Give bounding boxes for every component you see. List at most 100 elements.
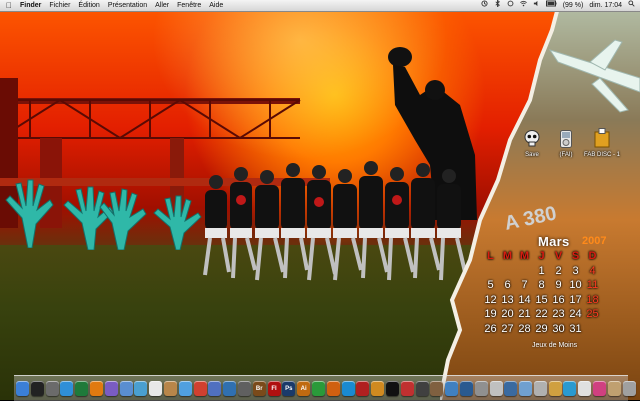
calendar-day: 25 — [586, 308, 599, 321]
messenger-icon[interactable] — [311, 381, 325, 396]
wifi-icon[interactable] — [519, 0, 527, 11]
app-icon[interactable] — [104, 381, 118, 396]
folder-icon[interactable] — [533, 381, 547, 396]
app-icon[interactable] — [563, 381, 577, 396]
weekday-label: M — [519, 250, 530, 262]
calendar-day: 27 — [501, 322, 514, 335]
iphoto-icon[interactable] — [208, 381, 222, 396]
illustrator-icon[interactable]: Ai — [297, 381, 311, 396]
calendar-day: 1 — [538, 264, 545, 277]
calendar-grid: L M M J V S D 1 2 3 4 5 6 7 8 9 10 11 12… — [482, 250, 610, 337]
spotlight-icon[interactable] — [628, 0, 635, 11]
menu-extras: (99 %) dim. 17:04 — [475, 0, 640, 11]
weekday-label: L — [487, 250, 494, 262]
calendar-day: 8 — [538, 279, 545, 292]
battery-percentage[interactable]: (99 %) — [563, 0, 584, 11]
dock-item-label: Fl — [271, 385, 277, 392]
calendar-month: Mars — [538, 234, 570, 249]
clock[interactable]: dim. 17:04 — [589, 0, 622, 11]
calendar-day: 12 — [484, 293, 497, 306]
hands-graphic — [5, 179, 54, 248]
menu-bar:  Finder Fichier Édition Présentation Al… — [0, 0, 640, 12]
flash-icon[interactable]: Fl — [267, 381, 281, 396]
menu-edition[interactable]: Édition — [78, 0, 99, 11]
menu-aide[interactable]: Aide — [209, 0, 223, 11]
app-icon[interactable] — [578, 381, 592, 396]
app-icon[interactable] — [593, 381, 607, 396]
calendar-day — [584, 323, 601, 337]
desktop-icon-fai[interactable]: (FAI) — [546, 130, 586, 158]
calendar-day: 2 — [555, 264, 562, 277]
bluetooth-icon[interactable] — [494, 0, 501, 11]
menu-finder[interactable]: Finder — [20, 0, 41, 11]
preview-icon[interactable] — [134, 381, 148, 396]
app-icon[interactable] — [622, 381, 636, 396]
menu-aller[interactable]: Aller — [155, 0, 169, 11]
time-icon[interactable] — [459, 381, 473, 396]
textedit-icon[interactable] — [149, 381, 163, 396]
firefox-icon[interactable] — [326, 381, 340, 396]
app-icon[interactable] — [548, 381, 562, 396]
menu-fichier[interactable]: Fichier — [49, 0, 70, 11]
calendar-day: 30 — [552, 322, 565, 335]
calendar-day: 22 — [535, 308, 548, 321]
address-book-icon[interactable] — [163, 381, 177, 396]
photo-icon[interactable] — [178, 381, 192, 396]
calendar-day: 10 — [569, 279, 582, 292]
app-icon[interactable] — [489, 381, 503, 396]
calendar-day: 3 — [572, 264, 579, 277]
calendar-day: 11 — [586, 279, 599, 292]
system-prefs-icon[interactable] — [45, 381, 59, 396]
calendar-day: 16 — [552, 293, 565, 306]
calendar-day: 13 — [501, 293, 514, 306]
terminal-icon[interactable] — [385, 381, 399, 396]
skull-drive-icon — [524, 130, 540, 147]
weekday-label: V — [554, 250, 563, 262]
idvd-icon[interactable] — [237, 381, 251, 396]
ical-icon[interactable] — [193, 381, 207, 396]
calendar-day: 19 — [484, 308, 497, 321]
chess-icon[interactable] — [430, 381, 444, 396]
photoshop-icon[interactable]: Ps — [282, 381, 296, 396]
app-icon[interactable] — [607, 381, 621, 396]
calendar-day: 7 — [521, 279, 528, 292]
mail-icon[interactable] — [119, 381, 133, 396]
itunes-icon[interactable] — [75, 381, 89, 396]
app-icon[interactable] — [519, 381, 533, 396]
weekday-label: D — [588, 250, 597, 262]
volume-icon[interactable] — [533, 0, 540, 11]
photo-booth-icon[interactable] — [356, 381, 370, 396]
apple-menu-icon[interactable]:  — [6, 1, 14, 10]
finder-icon[interactable] — [16, 381, 29, 396]
dock-item-label: Ai — [300, 385, 307, 392]
network-icon[interactable] — [445, 381, 459, 396]
calendar-day: 6 — [504, 279, 511, 292]
safari-icon[interactable] — [60, 381, 74, 396]
app-icon[interactable] — [474, 381, 488, 396]
calendar-day: 23 — [552, 308, 565, 321]
vlc-icon[interactable] — [89, 381, 103, 396]
menu-presentation[interactable]: Présentation — [108, 0, 147, 11]
skype-icon[interactable] — [341, 381, 355, 396]
toast-icon[interactable] — [400, 381, 414, 396]
calendar-day: 31 — [569, 322, 582, 335]
bridge-icon[interactable]: Br — [252, 381, 266, 396]
calendar-footer: Jeux de Moins — [532, 342, 578, 349]
app-icon[interactable] — [415, 381, 429, 396]
calendar-day: 24 — [569, 308, 582, 321]
calendar-day — [499, 265, 516, 279]
calendar-day: 9 — [555, 279, 562, 292]
battery-icon[interactable] — [545, 0, 557, 11]
calendar-day — [516, 265, 533, 279]
app-icon[interactable] — [504, 381, 518, 396]
time-machine-icon[interactable] — [481, 0, 488, 11]
calendar-day: 15 — [535, 293, 548, 306]
dashboard-icon[interactable] — [30, 381, 44, 396]
menu-fenetre[interactable]: Fenêtre — [177, 0, 201, 11]
desktop-icon-fab-disc[interactable]: FAB DISC - 1 — [582, 128, 622, 158]
ipod-icon — [560, 130, 572, 148]
imovie-icon[interactable] — [223, 381, 237, 396]
sync-icon[interactable] — [507, 0, 514, 11]
calendar-day: 18 — [586, 293, 599, 306]
garageband-icon[interactable] — [371, 381, 385, 396]
